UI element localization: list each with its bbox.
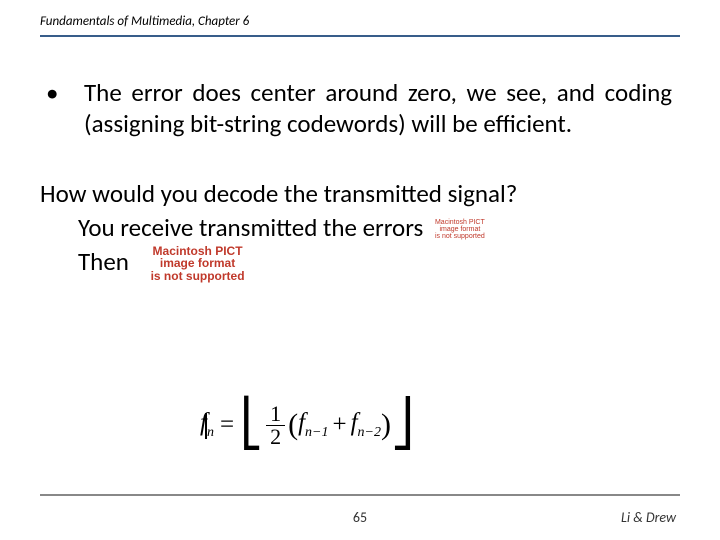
formula-term2: fn−2: [351, 409, 381, 441]
fraction-denominator: 2: [266, 426, 285, 448]
formula-term1-sub: n−1: [305, 425, 328, 440]
fraction: 1 2: [266, 403, 285, 448]
slide-body: • The error does center around zero, we …: [40, 78, 672, 282]
formula-term1-var: f: [298, 409, 305, 436]
question-line-2: You receive transmitted the errors Macin…: [78, 211, 672, 245]
formula-term2-sub: n−2: [358, 425, 381, 440]
bullet-text: The error does center around zero, we se…: [84, 78, 672, 139]
question-line-3-text: Then: [78, 246, 129, 277]
formula-term1: fn−1: [298, 409, 328, 441]
chapter-header-text: Fundamentals of Multimedia, Chapter 6: [40, 14, 249, 29]
plus-sign: +: [332, 411, 346, 439]
right-floor-bracket-icon: ⎦: [391, 396, 414, 450]
bullet-marker: •: [40, 78, 84, 139]
pict-error-icon: Macintosh PICT image format is not suppo…: [435, 219, 485, 241]
authors: Li & Drew: [621, 509, 676, 526]
fraction-numerator: 1: [266, 403, 285, 426]
question-block: How would you decode the transmitted sig…: [40, 177, 672, 282]
formula-lhs: fn: [200, 409, 214, 441]
bullet-item: • The error does center around zero, we …: [40, 78, 672, 139]
strike-icon: [205, 413, 207, 439]
formula-term2-var: f: [351, 409, 358, 436]
page-number: 65: [0, 509, 720, 526]
question-line-1: How would you decode the transmitted sig…: [40, 177, 672, 211]
pict-error-icon: Macintosh PICT image format is not suppo…: [151, 245, 245, 283]
slide: Fundamentals of Multimedia, Chapter 6 • …: [0, 0, 720, 540]
formula: fn = ⎣ 1 2 ( fn−1 + fn−2 ) ⎦: [200, 398, 414, 452]
left-paren-icon: (: [288, 408, 298, 442]
footer-rule: [40, 494, 680, 496]
question-line-3: Then Macintosh PICT image format is not …: [78, 245, 672, 283]
right-paren-icon: ): [381, 408, 391, 442]
left-floor-bracket-icon: ⎣: [240, 396, 263, 450]
equals-sign: =: [220, 411, 234, 439]
chapter-header: Fundamentals of Multimedia, Chapter 6: [40, 14, 680, 37]
formula-lhs-sub: n: [207, 425, 214, 440]
question-line-2-text: You receive transmitted the errors: [78, 212, 423, 243]
